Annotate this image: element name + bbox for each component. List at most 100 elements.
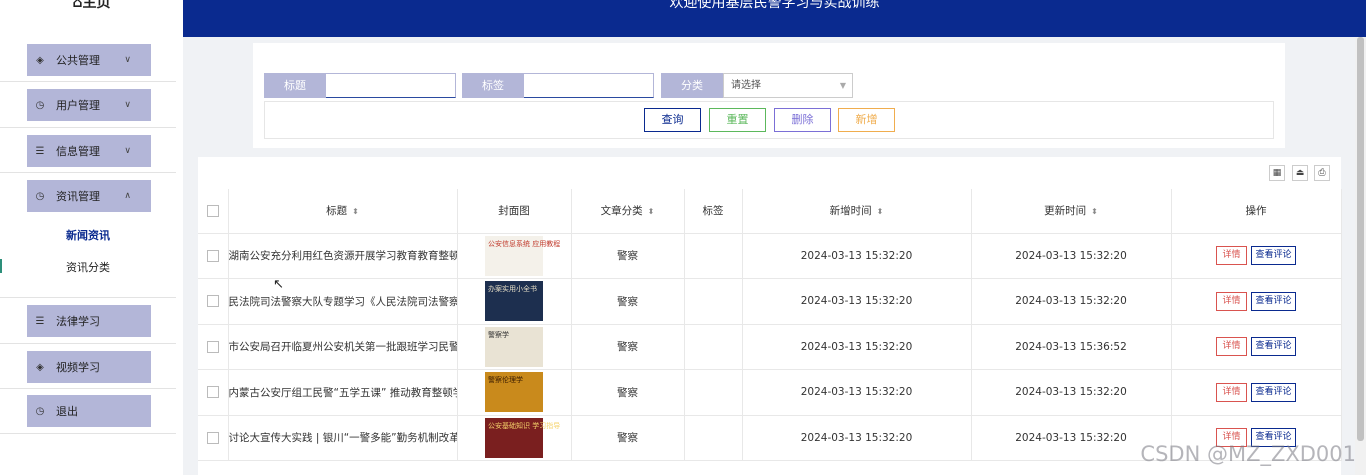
row-select-cell xyxy=(198,324,229,370)
query-button[interactable]: 查询 xyxy=(644,108,701,132)
tag-input[interactable] xyxy=(524,73,654,98)
row-checkbox[interactable] xyxy=(206,386,219,399)
sidebar-block-users: ◷ 用户管理 ∨ xyxy=(0,82,176,128)
header-label: 更新时间 xyxy=(1044,205,1087,218)
row-checkbox[interactable] xyxy=(206,340,219,353)
category-select[interactable]: 请选择 ▼ xyxy=(723,73,853,98)
row-title: 民法院司法警察大队专题学习《人民法院司法警察内 xyxy=(228,278,458,325)
row-checkbox[interactable] xyxy=(206,431,219,444)
sidebar-item-news[interactable]: ◷ 资讯管理 ∧ xyxy=(27,180,151,212)
row-tag xyxy=(684,278,743,325)
table-row[interactable]: 市公安局召开临夏州公安机关第一批跟班学习民警对 警察学 警察 2024-03-13 1… xyxy=(198,324,1342,370)
sidebar-item-video[interactable]: ◈ 视频学习 xyxy=(27,351,151,383)
sidebar-item-info[interactable]: ☰ 信息管理 ∨ xyxy=(27,135,151,167)
header-label: 标题 xyxy=(326,205,348,218)
cover-text: 公安信息系统 应用教程 xyxy=(488,239,561,248)
clock-icon: ◷ xyxy=(35,405,45,417)
category-label: 分类 xyxy=(661,73,723,98)
row-cover-cell: 公安信息系统 应用教程 xyxy=(457,233,572,279)
row-tag xyxy=(684,324,743,370)
page-scrollbar[interactable] xyxy=(1355,37,1366,475)
sidebar: ◈ 公共管理 ∨ ◷ 用户管理 ∨ ☰ 信息管理 ∨ ◷ 资讯管理 ∧ 新闻资讯… xyxy=(0,37,183,475)
view-comments-button[interactable]: 查看评论 xyxy=(1251,291,1296,311)
table-row[interactable]: 内蒙古公安厅组工民警“五学五课” 推动教育整顿学习 警察伦理学 警察 2024-03-… xyxy=(198,369,1342,416)
row-checkbox[interactable] xyxy=(206,249,219,262)
row-created: 2024-03-13 15:32:20 xyxy=(742,369,972,416)
row-checkbox[interactable] xyxy=(206,295,219,308)
sort-icon[interactable]: ⬍ xyxy=(648,207,655,216)
view-comments-button[interactable]: 查看评论 xyxy=(1251,382,1296,402)
detail-button[interactable]: 详情 xyxy=(1216,246,1247,266)
print-icon[interactable]: ⎙ xyxy=(1314,165,1330,181)
table-panel: ▦ ⏏ ⎙ 标题 ⬍ 封面图 文章分类 ⬍ 标签 新增时间 ⬍ 更新时间 ⬍ 操作 湖南… xyxy=(198,157,1342,475)
row-title: 市公安局召开临夏州公安机关第一批跟班学习民警对 xyxy=(228,324,458,370)
row-created: 2024-03-13 15:32:20 xyxy=(742,415,972,461)
row-tag xyxy=(684,369,743,416)
chevron-down-icon: ∨ xyxy=(124,146,131,156)
row-actions: 详情 查看评论 xyxy=(1171,233,1342,279)
sidebar-block-public: ◈ 公共管理 ∨ xyxy=(0,37,176,82)
table-header-row: 标题 ⬍ 封面图 文章分类 ⬍ 标签 新增时间 ⬍ 更新时间 ⬍ 操作 xyxy=(198,189,1342,234)
sidebar-subitem-news[interactable]: 新闻资讯 xyxy=(0,227,176,243)
detail-button[interactable]: 详情 xyxy=(1216,291,1247,311)
cover-text: 警察伦理学 xyxy=(488,376,523,385)
chevron-up-icon: ∧ xyxy=(124,191,131,201)
welcome-banner: 欢迎使用基层民警学习与实战训练 xyxy=(669,0,880,11)
sidebar-item-users[interactable]: ◷ 用户管理 ∨ xyxy=(27,89,151,121)
clock-icon: ◷ xyxy=(35,190,45,202)
column-header-category[interactable]: 文章分类 ⬍ xyxy=(571,189,685,234)
sidebar-item-law[interactable]: ☰ 法律学习 xyxy=(27,305,151,337)
export-icon[interactable]: ⏏ xyxy=(1292,165,1308,181)
sidebar-block-video: ◈ 视频学习 xyxy=(0,344,176,389)
row-cover-cell: 警察伦理学 xyxy=(457,369,572,416)
sort-icon[interactable]: ⬍ xyxy=(352,207,359,216)
chevron-down-icon: ∨ xyxy=(124,55,131,65)
detail-button[interactable]: 详情 xyxy=(1216,337,1247,357)
home-link[interactable]: ⌂主页 xyxy=(0,0,183,37)
sidebar-item-label: 视频学习 xyxy=(56,361,100,374)
scrollbar-thumb[interactable] xyxy=(1357,37,1364,441)
sidebar-item-label: 信息管理 xyxy=(56,145,100,158)
add-button[interactable]: 新增 xyxy=(838,108,895,132)
title-input[interactable] xyxy=(326,73,456,98)
cover-text: 公安基础知识 学习指导 xyxy=(488,421,561,430)
search-panel: 标题 标签 分类 请选择 ▼ 查询 重置 删除 新增 xyxy=(253,43,1285,148)
view-comments-button[interactable]: 查看评论 xyxy=(1251,337,1296,357)
layers-icon: ◈ xyxy=(36,361,44,373)
row-created: 2024-03-13 15:32:20 xyxy=(742,324,972,370)
sidebar-item-public[interactable]: ◈ 公共管理 ∨ xyxy=(27,44,151,76)
cover-image: 公安基础知识 学习指导 xyxy=(485,417,560,458)
list-icon: ☰ xyxy=(35,315,45,327)
sidebar-subitem-news-category[interactable]: 资讯分类 xyxy=(0,259,176,275)
cover-image: 公安信息系统 应用教程 xyxy=(485,235,560,276)
sort-icon[interactable]: ⬍ xyxy=(1091,207,1098,216)
detail-button[interactable]: 详情 xyxy=(1216,382,1247,402)
column-header-updated[interactable]: 更新时间 ⬍ xyxy=(971,189,1172,234)
column-header-created[interactable]: 新增时间 ⬍ xyxy=(742,189,972,234)
row-updated: 2024-03-13 15:32:20 xyxy=(971,369,1172,416)
columns-icon[interactable]: ▦ xyxy=(1269,165,1285,181)
column-header-title[interactable]: 标题 ⬍ xyxy=(228,189,458,234)
list-icon: ☰ xyxy=(35,145,45,157)
select-all-checkbox[interactable] xyxy=(206,204,219,217)
mouse-cursor-icon: ↖ xyxy=(273,277,284,292)
row-category: 警察 xyxy=(571,324,685,370)
view-comments-button[interactable]: 查看评论 xyxy=(1251,246,1296,266)
sidebar-item-logout[interactable]: ◷ 退出 xyxy=(27,395,151,427)
sidebar-block-news: ◷ 资讯管理 ∧ 新闻资讯 资讯分类 xyxy=(0,173,176,298)
delete-button[interactable]: 删除 xyxy=(774,108,831,132)
tag-label: 标签 xyxy=(462,73,524,98)
row-select-cell xyxy=(198,233,229,279)
clock-icon: ◷ xyxy=(35,99,45,111)
cover-image: 警察学 xyxy=(485,326,543,367)
sidebar-block-info: ☰ 信息管理 ∨ xyxy=(0,128,176,173)
select-all-cell xyxy=(198,189,229,234)
category-field: 分类 请选择 ▼ xyxy=(661,73,853,98)
table-row[interactable]: 湖南公安充分利用红色资源开展学习教育教育整顿 公安信息系统 应用教程 警察 2024-… xyxy=(198,233,1342,279)
sort-icon[interactable]: ⬍ xyxy=(877,207,884,216)
row-select-cell xyxy=(198,415,229,461)
reset-button[interactable]: 重置 xyxy=(709,108,766,132)
header-label: 新增时间 xyxy=(829,205,872,218)
sidebar-item-label: 资讯管理 xyxy=(56,190,100,203)
table-row[interactable]: 民法院司法警察大队专题学习《人民法院司法警察内 办案实用小全书 警察 2024-03-… xyxy=(198,278,1342,325)
